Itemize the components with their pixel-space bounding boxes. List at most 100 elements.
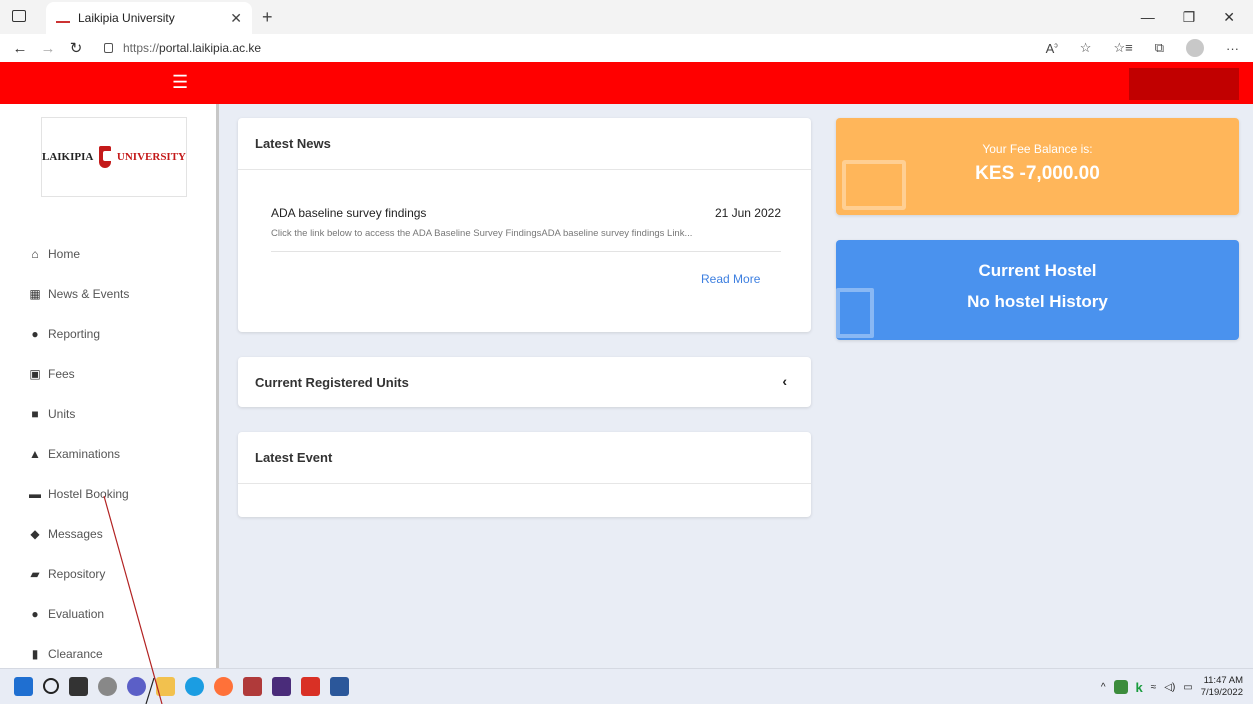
money-icon: ▣ xyxy=(29,367,41,381)
url-field[interactable]: https://portal.laikipia.ac.ke xyxy=(104,41,261,55)
search-icon[interactable] xyxy=(43,678,59,694)
clock-icon: ● xyxy=(31,327,39,341)
current-hostel-card: Current Hostel No hostel History xyxy=(836,240,1239,340)
read-aloud-icon[interactable]: Aↄ xyxy=(1046,41,1058,56)
taskbar-clock[interactable]: 11:47 AM 7/19/2022 xyxy=(1201,675,1243,699)
restore-icon[interactable]: ❐ xyxy=(1183,9,1196,26)
fee-balance-amount: KES -7,000.00 xyxy=(975,163,1100,184)
word-icon[interactable] xyxy=(330,677,349,696)
hostel-history-text: No hostel History xyxy=(967,292,1108,311)
news-item: ADA baseline survey findings 21 Jun 2022… xyxy=(271,206,781,252)
edge-icon[interactable] xyxy=(185,677,204,696)
tray-app-icon[interactable] xyxy=(1113,680,1128,694)
calendar-icon: ▦ xyxy=(29,287,41,301)
home-icon: ⌂ xyxy=(31,247,39,261)
sidebar-item-label: News & Events xyxy=(48,287,130,301)
favorites-icon[interactable]: ☆≡ xyxy=(1113,40,1132,56)
chevron-left-icon[interactable]: ‹ xyxy=(782,373,787,389)
start-icon[interactable] xyxy=(14,677,33,696)
close-tab-icon[interactable]: ✕ xyxy=(230,10,242,27)
forward-icon[interactable]: → xyxy=(34,40,62,57)
fee-balance-label: Your Fee Balance is: xyxy=(982,142,1093,156)
battery-icon[interactable]: ▭ xyxy=(1183,682,1192,693)
university-logo: LAIKIPIA UNIVERSITY xyxy=(41,117,187,197)
fee-balance-card: Your Fee Balance is: KES -7,000.00 xyxy=(836,118,1239,215)
sidebar-item-examinations[interactable]: ▲ Examinations xyxy=(28,434,208,474)
comments-icon: ◆ xyxy=(30,527,40,541)
minimize-icon[interactable]: — xyxy=(1141,9,1155,26)
registered-units-title: Current Registered Units xyxy=(255,374,409,390)
news-item-date: 21 Jun 2022 xyxy=(714,206,781,220)
sidebar-item-label: Clearance xyxy=(48,647,103,661)
k-app-icon[interactable]: k xyxy=(1136,680,1143,695)
windows-taskbar: ^ k ≈ ◁) ▭ 11:47 AM 7/19/2022 xyxy=(0,668,1253,704)
sidebar-item-label: Messages xyxy=(48,527,103,541)
latest-news-title: Latest News xyxy=(238,118,811,170)
book-icon: ■ xyxy=(31,407,39,421)
graduation-app-icon[interactable] xyxy=(243,677,262,696)
lock-icon xyxy=(104,43,113,53)
sidebar-item-fees[interactable]: ▣ Fees xyxy=(28,354,208,394)
sidebar-item-news-events[interactable]: ▦ News & Events xyxy=(28,274,208,314)
sidebar-item-label: Evaluation xyxy=(48,607,105,621)
photoshop-icon[interactable] xyxy=(272,677,291,696)
sidebar-item-repository[interactable]: ▰ Repository xyxy=(28,554,208,594)
acrobat-icon[interactable] xyxy=(301,677,320,696)
collections-icon[interactable]: ⧉ xyxy=(1155,40,1164,56)
profile-icon[interactable] xyxy=(1186,39,1204,57)
wifi-icon[interactable]: ≈ xyxy=(1151,682,1157,693)
sidebar-item-units[interactable]: ■ Units xyxy=(28,394,208,434)
file-explorer-icon[interactable] xyxy=(156,677,175,696)
window-controls: — ❐ ✕ xyxy=(1141,9,1253,26)
bed-icon: ▬ xyxy=(29,487,41,501)
sidebar-item-evaluation[interactable]: ● Evaluation xyxy=(28,594,208,634)
system-tray: ^ k ≈ ◁) ▭ 11:47 AM 7/19/2022 xyxy=(1101,675,1243,699)
logo-text-right: UNIVERSITY xyxy=(116,151,186,163)
browser-tab[interactable]: Laikipia University ✕ xyxy=(46,2,252,34)
news-item-description: Click the link below to access the ADA B… xyxy=(271,228,781,252)
close-window-icon[interactable]: ✕ xyxy=(1223,9,1235,26)
clock-icon: ● xyxy=(31,607,39,621)
logo-text-left: LAIKIPIA xyxy=(42,151,94,163)
taskbar-apps xyxy=(14,677,349,696)
hamburger-icon[interactable]: ☰ xyxy=(172,72,188,93)
tab-title: Laikipia University xyxy=(78,11,175,25)
clock-date: 7/19/2022 xyxy=(1200,687,1243,698)
chrome-icon[interactable] xyxy=(98,677,117,696)
chevron-up-icon[interactable]: ^ xyxy=(1101,682,1106,693)
url-host: portal.laikipia.ac.ke xyxy=(159,41,262,55)
sidebar-item-hostel-booking[interactable]: ▬ Hostel Booking xyxy=(28,474,208,514)
refresh-icon[interactable]: ↻ xyxy=(62,39,90,57)
sidebar-item-label: Units xyxy=(48,407,76,421)
sidebar-item-reporting[interactable]: ● Reporting xyxy=(28,314,208,354)
volume-icon[interactable]: ◁) xyxy=(1164,682,1175,693)
back-icon[interactable]: ← xyxy=(6,40,34,57)
sidebar-item-label: Reporting xyxy=(48,327,101,341)
sidebar-item-label: Repository xyxy=(48,567,106,581)
favorite-add-icon[interactable]: ☆ xyxy=(1080,40,1092,56)
tab-actions-icon[interactable] xyxy=(12,10,26,22)
new-tab-icon[interactable]: + xyxy=(262,7,273,28)
latest-event-card: Latest Event xyxy=(238,432,811,517)
browser-toolbar: Aↄ ☆ ☆≡ ⧉ ··· xyxy=(1046,39,1253,57)
folder-open-icon: ▰ xyxy=(30,567,40,581)
more-icon[interactable]: ··· xyxy=(1226,41,1239,56)
task-view-icon[interactable] xyxy=(69,677,88,696)
sidebar-menu: ⌂ Home ▦ News & Events ● Reporting ▣ Fees ■ U… xyxy=(28,234,208,674)
user-menu[interactable] xyxy=(1129,68,1239,100)
sidebar-item-label: Fees xyxy=(48,367,75,381)
portal-header: ☰ xyxy=(0,62,1253,104)
registered-units-card[interactable]: Current Registered Units ‹ xyxy=(238,357,811,407)
latest-news-card: Latest News ADA baseline survey findings… xyxy=(238,118,811,332)
firefox-icon[interactable] xyxy=(214,677,233,696)
news-item-title: ADA baseline survey findings xyxy=(271,206,427,220)
sidebar: LAIKIPIA UNIVERSITY ⌂ Home ▦ News & Events… xyxy=(0,104,219,668)
sidebar-item-label: Examinations xyxy=(48,447,121,461)
graduation-cap-icon: ▲ xyxy=(29,447,41,461)
sidebar-item-label: Hostel Booking xyxy=(48,487,129,501)
teams-icon[interactable] xyxy=(127,677,146,696)
sidebar-item-home[interactable]: ⌂ Home xyxy=(28,234,208,274)
sidebar-item-messages[interactable]: ◆ Messages xyxy=(28,514,208,554)
read-more-link[interactable]: Read More xyxy=(701,272,760,286)
latest-event-title: Latest Event xyxy=(238,432,811,484)
